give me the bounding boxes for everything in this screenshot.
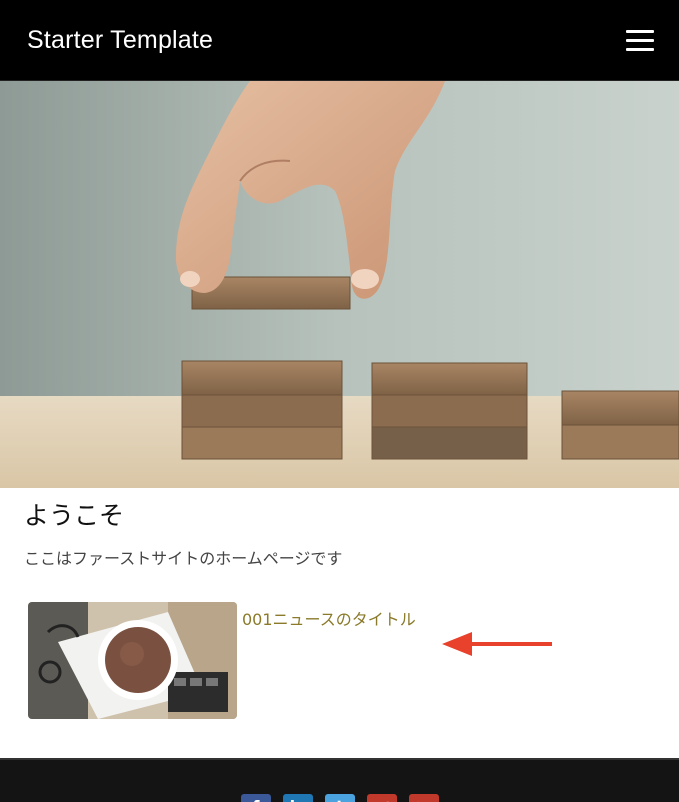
twitter-icon[interactable]: t xyxy=(325,794,355,802)
facebook-icon[interactable]: f xyxy=(241,794,271,802)
top-navbar: Starter Template xyxy=(0,0,679,81)
footer: f in t g+ ▶ xyxy=(0,758,679,802)
red-arrow-left-icon xyxy=(442,632,552,656)
linkedin-icon[interactable]: in xyxy=(283,794,313,802)
news-item: 001ニュースのタイトル xyxy=(28,602,448,722)
news-thumbnail[interactable] xyxy=(28,602,237,719)
page-title: ようこそ xyxy=(24,501,125,530)
news-title-link[interactable]: 001ニュースのタイトル xyxy=(242,606,416,630)
welcome-text: ここはファーストサイトのホームページです xyxy=(24,549,343,568)
hamburger-menu-icon[interactable] xyxy=(626,30,654,52)
brand-link[interactable]: Starter Template xyxy=(27,26,213,55)
hero-image xyxy=(0,81,679,488)
google-plus-icon[interactable]: g+ xyxy=(367,794,397,802)
youtube-icon[interactable]: ▶ xyxy=(409,794,439,802)
